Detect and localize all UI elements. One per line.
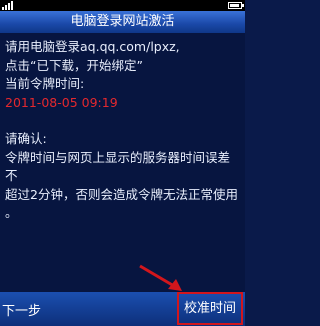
token-time-value: 2011-08-05 09:19 bbox=[5, 94, 118, 110]
annotation-arrow-icon bbox=[139, 264, 182, 291]
confirm-line-2: 超过2分钟，否则会造成令牌无法正常使用 bbox=[5, 186, 238, 202]
next-step-softkey[interactable]: 下一步 bbox=[2, 300, 41, 319]
content-area: 请用电脑登录aq.qq.com/lpxz, 点击“已下载，开始绑定” 当前令牌时… bbox=[0, 33, 245, 292]
confirm-line-3: 。 bbox=[5, 205, 18, 220]
instruction-line-2: 点击“已下载，开始绑定” bbox=[5, 57, 143, 73]
battery-icon bbox=[228, 2, 244, 9]
signal-icon bbox=[2, 1, 13, 10]
window-title: 电脑登录网站激活 bbox=[0, 11, 245, 33]
current-token-time-label: 当前令牌时间: bbox=[5, 76, 85, 91]
confirm-line-1: 令牌时间与网页上显示的服务器时间误差不 bbox=[5, 149, 231, 184]
instruction-line-1: 请用电脑登录aq.qq.com/lpxz, bbox=[5, 39, 180, 54]
confirm-heading: 请确认: bbox=[5, 131, 47, 146]
status-bar bbox=[0, 0, 245, 11]
calibrate-time-softkey[interactable]: 校准时间 bbox=[177, 292, 243, 325]
softkey-bar: 下一步 校准时间 bbox=[0, 292, 245, 326]
